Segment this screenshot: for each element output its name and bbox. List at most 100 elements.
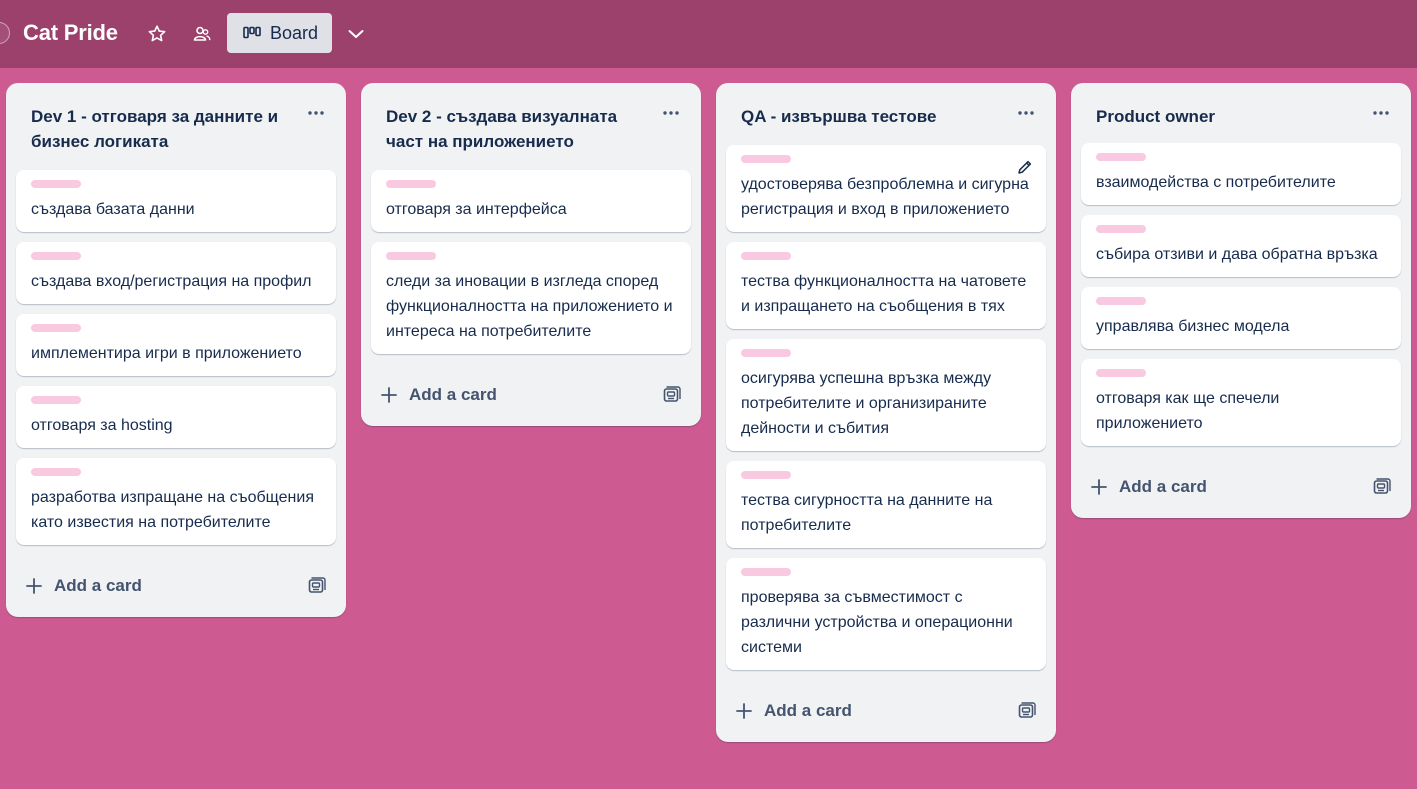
card[interactable]: управлява бизнес модела bbox=[1081, 287, 1401, 349]
card[interactable]: следи за иновации в изгледа според функц… bbox=[371, 242, 691, 354]
list: Product owner взаимодейства с потребители… bbox=[1071, 83, 1411, 518]
card-label[interactable] bbox=[741, 349, 791, 357]
plus-icon bbox=[381, 387, 397, 403]
star-icon bbox=[148, 25, 166, 42]
board-title[interactable]: Cat Pride bbox=[23, 20, 118, 46]
card-template-icon[interactable] bbox=[308, 577, 326, 595]
add-card-label: Add a card bbox=[764, 701, 852, 720]
card-label[interactable] bbox=[741, 471, 791, 479]
add-card-label: Add a card bbox=[1119, 477, 1207, 496]
list: Dev 1 - отговаря за данните и бизнес лог… bbox=[6, 83, 346, 617]
card[interactable]: създава вход/регистрация на профил bbox=[16, 242, 336, 304]
list: Dev 2 - създава визуалната част на прило… bbox=[361, 83, 701, 426]
list-menu-button[interactable] bbox=[659, 101, 683, 125]
more-icon bbox=[1018, 111, 1034, 115]
workspace-visibility-icon bbox=[193, 26, 211, 41]
card-label[interactable] bbox=[31, 180, 81, 188]
list-menu-button[interactable] bbox=[304, 101, 328, 125]
card[interactable]: отговаря за hosting bbox=[16, 386, 336, 448]
add-card-button[interactable]: Add a card bbox=[26, 576, 142, 596]
list-footer: Add a card bbox=[361, 364, 701, 426]
card-list: отговаря за интерфейса следи за иновации … bbox=[361, 170, 701, 354]
list: QA - извършва тестове удостоверява безпро… bbox=[716, 83, 1056, 742]
card[interactable]: осигурява успешна връзка между потребите… bbox=[726, 339, 1046, 451]
card-title: разработва изпращане на съобщения като и… bbox=[31, 489, 314, 531]
card-list: взаимодейства с потребителите събира отзи… bbox=[1071, 143, 1411, 446]
card-label[interactable] bbox=[31, 396, 81, 404]
star-button[interactable] bbox=[141, 18, 173, 50]
card-title: отговаря за hosting bbox=[31, 417, 173, 434]
more-icon bbox=[663, 111, 679, 115]
list-menu-button[interactable] bbox=[1014, 101, 1038, 125]
card[interactable]: имплементира игри в приложението bbox=[16, 314, 336, 376]
card[interactable]: отговаря как ще спечели приложението bbox=[1081, 359, 1401, 446]
more-icon bbox=[308, 111, 324, 115]
card-label[interactable] bbox=[741, 568, 791, 576]
card-template-icon[interactable] bbox=[663, 386, 681, 404]
list-title[interactable]: QA - извършва тестове bbox=[716, 83, 1056, 129]
card-title: отговаря как ще спечели приложението bbox=[1096, 390, 1280, 432]
card-list: създава базата данни създава вход/регистр… bbox=[6, 170, 346, 545]
views-dropdown-button[interactable] bbox=[340, 18, 372, 50]
visibility-button[interactable] bbox=[186, 18, 218, 50]
add-card-button[interactable]: Add a card bbox=[381, 385, 497, 405]
card-title: създава вход/регистрация на профил bbox=[31, 273, 312, 290]
card-label[interactable] bbox=[1096, 297, 1146, 305]
card-label[interactable] bbox=[1096, 153, 1146, 161]
list-title[interactable]: Dev 2 - създава визуалната част на прило… bbox=[361, 83, 701, 154]
card[interactable]: взаимодейства с потребителите bbox=[1081, 143, 1401, 205]
list-footer: Add a card bbox=[716, 680, 1056, 742]
card[interactable]: събира отзиви и дава обратна връзка bbox=[1081, 215, 1401, 277]
card-label[interactable] bbox=[741, 155, 791, 163]
card-label[interactable] bbox=[31, 324, 81, 332]
card-template-icon[interactable] bbox=[1373, 478, 1391, 496]
card-title: взаимодейства с потребителите bbox=[1096, 174, 1336, 191]
list-footer: Add a card bbox=[6, 555, 346, 617]
card-title: управлява бизнес модела bbox=[1096, 318, 1290, 335]
board-view-icon bbox=[243, 26, 261, 39]
chevron-down-icon bbox=[348, 30, 364, 38]
card-label[interactable] bbox=[386, 180, 436, 188]
more-icon bbox=[1373, 111, 1389, 115]
card-title: отговаря за интерфейса bbox=[386, 201, 567, 218]
card[interactable]: удостоверява безпроблемна и сигурна реги… bbox=[726, 145, 1046, 232]
card[interactable]: тества функционалността на чатовете и из… bbox=[726, 242, 1046, 329]
plus-icon bbox=[1091, 479, 1107, 495]
card-label[interactable] bbox=[31, 252, 81, 260]
edit-pencil-icon[interactable] bbox=[1017, 159, 1033, 175]
add-card-button[interactable]: Add a card bbox=[1091, 477, 1207, 497]
card-title: тества функционалността на чатовете и из… bbox=[741, 273, 1027, 315]
board-view-label: Board bbox=[270, 22, 319, 43]
card-title: проверява за съвместимост с различни уст… bbox=[741, 589, 1013, 656]
card-title: следи за иновации в изгледа според функц… bbox=[386, 273, 673, 340]
card-label[interactable] bbox=[31, 468, 81, 476]
add-card-button[interactable]: Add a card bbox=[736, 701, 852, 721]
card-label[interactable] bbox=[741, 252, 791, 260]
card-title: създава базата данни bbox=[31, 201, 195, 218]
list-title[interactable]: Product owner bbox=[1071, 83, 1411, 129]
card-template-icon[interactable] bbox=[1018, 702, 1036, 720]
list-footer: Add a card bbox=[1071, 456, 1411, 518]
card[interactable]: проверява за съвместимост с различни уст… bbox=[726, 558, 1046, 670]
sidebar-toggle[interactable] bbox=[0, 22, 10, 44]
card-title: удостоверява безпроблемна и сигурна реги… bbox=[741, 176, 1029, 218]
card[interactable]: разработва изпращане на съобщения като и… bbox=[16, 458, 336, 545]
card-label[interactable] bbox=[386, 252, 436, 260]
plus-icon bbox=[26, 578, 42, 594]
list-menu-button[interactable] bbox=[1369, 101, 1393, 125]
card-label[interactable] bbox=[1096, 369, 1146, 377]
add-card-label: Add a card bbox=[409, 385, 497, 404]
card[interactable]: създава базата данни bbox=[16, 170, 336, 232]
card[interactable]: отговаря за интерфейса bbox=[371, 170, 691, 232]
card-label[interactable] bbox=[1096, 225, 1146, 233]
list-title[interactable]: Dev 1 - отговаря за данните и бизнес лог… bbox=[6, 83, 346, 154]
card-list: удостоверява безпроблемна и сигурна реги… bbox=[716, 145, 1056, 670]
add-card-label: Add a card bbox=[54, 576, 142, 595]
card[interactable]: тества сигурността на данните на потреби… bbox=[726, 461, 1046, 548]
card-title: тества сигурността на данните на потреби… bbox=[741, 492, 993, 534]
card-title: събира отзиви и дава обратна връзка bbox=[1096, 246, 1378, 263]
plus-icon bbox=[736, 703, 752, 719]
card-title: осигурява успешна връзка между потребите… bbox=[741, 370, 992, 437]
board-header: Cat Pride Board bbox=[0, 0, 1417, 68]
board-view-button[interactable]: Board bbox=[227, 13, 332, 53]
